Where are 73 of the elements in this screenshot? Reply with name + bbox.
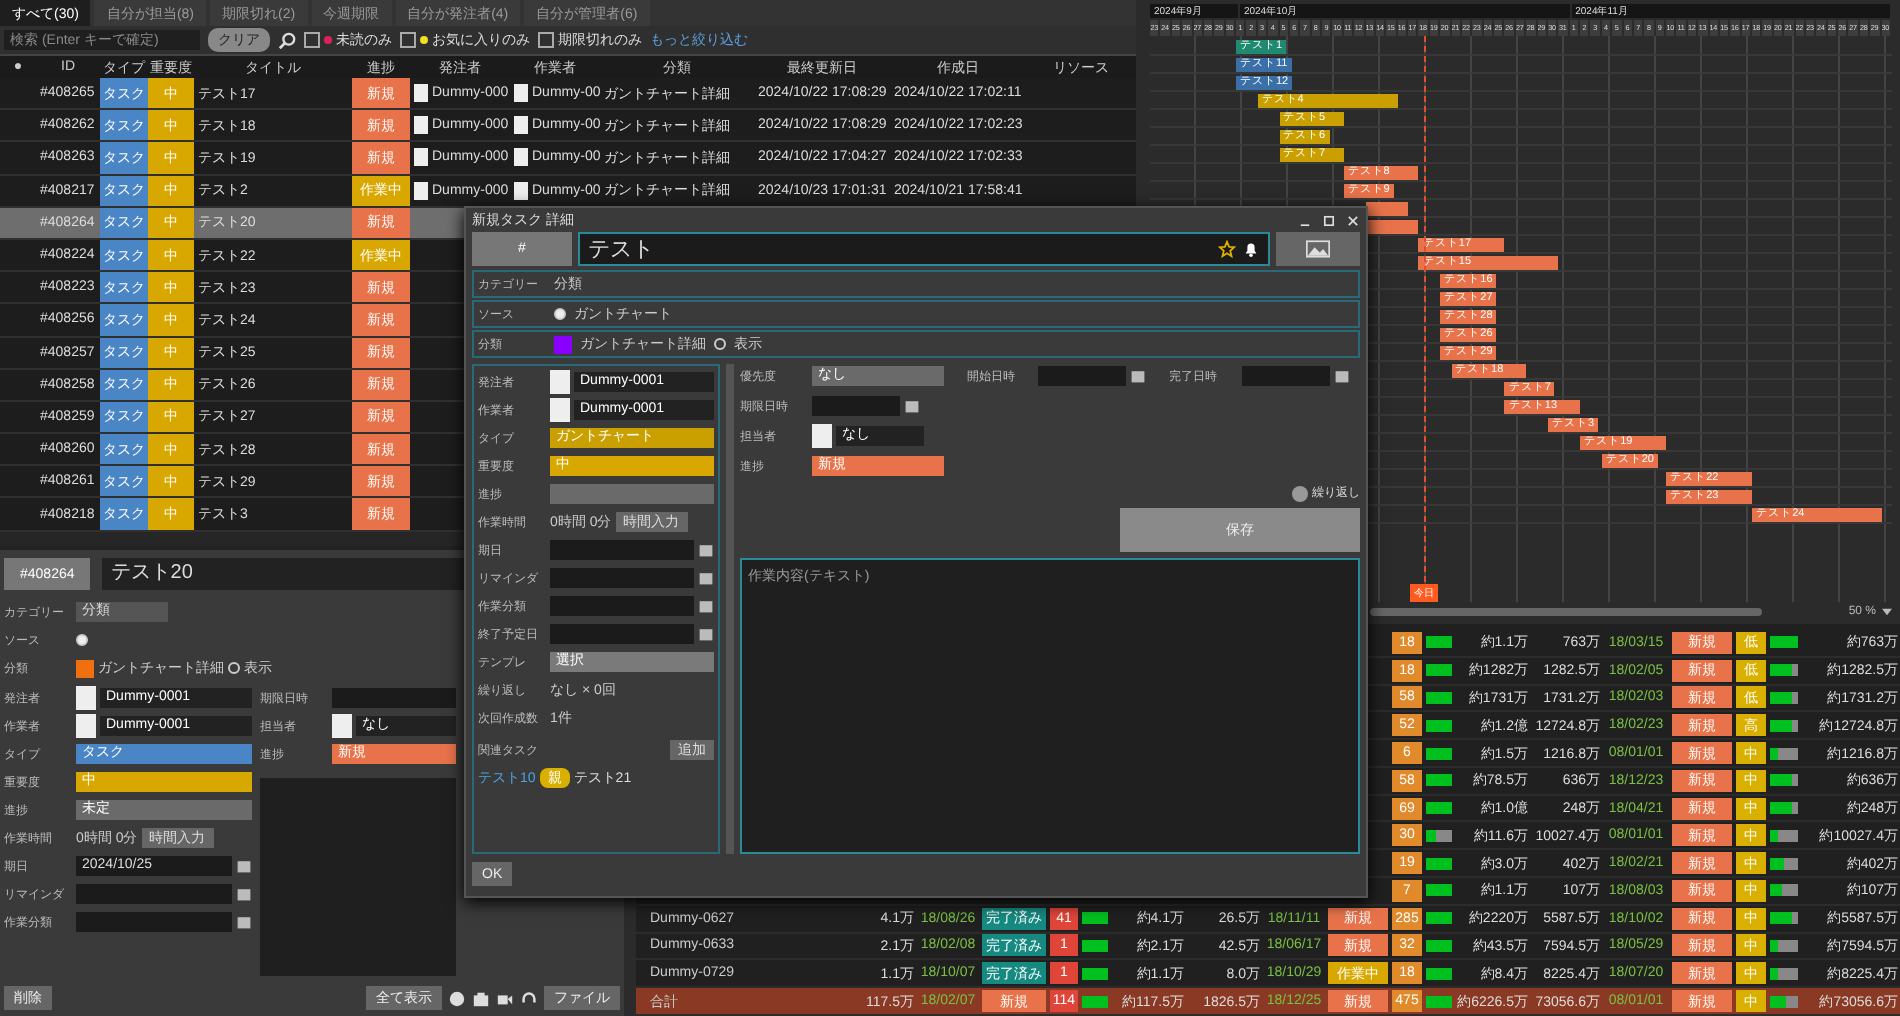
radio-button[interactable] [76,634,88,646]
scrollbar[interactable] [1370,607,1763,615]
color-swatch[interactable] [76,659,94,677]
date-field[interactable] [332,688,456,708]
image-icon [1306,240,1330,258]
user-icon [550,370,570,394]
date-field[interactable] [550,624,694,644]
image-button[interactable] [1276,232,1360,266]
date-field[interactable] [550,596,694,616]
progress-bar [1426,939,1452,952]
date-field[interactable] [76,912,232,932]
maximize-icon[interactable] [1322,213,1336,227]
star-icon[interactable] [1218,240,1236,258]
user-icon [76,714,96,738]
date-field[interactable] [550,540,694,560]
bell-icon[interactable] [1242,240,1260,258]
progress-bar [1082,995,1108,1008]
progress-bar [1426,995,1452,1008]
user-icon [812,424,832,448]
progress-bar [1426,802,1452,815]
progress-bar [1770,857,1798,870]
progress-bar [1770,719,1798,732]
progress-bar [1770,664,1798,677]
radio-button[interactable] [228,662,240,674]
progress-bar [1770,912,1798,925]
gantt-bar[interactable] [1365,202,1409,216]
headset-icon[interactable] [520,989,538,1007]
progress-bar [1770,802,1798,815]
progress-bar [1770,884,1798,897]
user-icon [550,398,570,422]
progress-bar [1770,691,1798,704]
progress-bar [1770,995,1798,1008]
progress-bar [1426,636,1452,649]
user-icon [76,686,96,710]
user-icon [332,714,352,738]
title-field[interactable]: テスト [578,232,1270,266]
progress-bar [1426,691,1452,704]
date-field[interactable] [76,884,232,904]
progress-bar [1082,939,1108,952]
calendar-icon[interactable] [1130,368,1147,384]
radio-button[interactable] [554,308,566,320]
progress-bar [1770,829,1798,842]
progress-bar [1770,939,1798,952]
progress-bar [1426,829,1452,842]
progress-bar [1426,664,1452,677]
progress-bar [1082,967,1108,980]
select-field[interactable] [550,484,714,504]
info-icon[interactable] [448,989,466,1007]
caret-icon[interactable] [1882,607,1892,615]
calendar-icon[interactable] [904,398,920,414]
date-field[interactable] [812,396,900,416]
progress-bar [1770,636,1798,649]
progress-bar [1770,774,1798,787]
close-icon[interactable] [1346,213,1360,227]
calendar-icon[interactable] [1333,368,1350,384]
progress-bar [1426,747,1452,760]
date-field[interactable] [550,568,694,588]
progress-bar [1426,774,1452,787]
progress-bar [1426,967,1452,980]
radio-button[interactable] [714,338,726,350]
search-icon[interactable] [278,31,296,49]
progress-bar [1426,884,1452,897]
progress-bar [1426,719,1452,732]
progress-bar [1770,747,1798,760]
camera-icon[interactable] [472,989,490,1007]
date-field[interactable] [1241,366,1330,386]
video-icon[interactable] [496,989,514,1007]
progress-bar [1426,857,1452,870]
color-swatch[interactable] [554,335,572,353]
date-field[interactable] [1038,366,1127,386]
progress-bar [1770,967,1798,980]
progress-bar [1082,912,1108,925]
progress-bar [1426,912,1452,925]
